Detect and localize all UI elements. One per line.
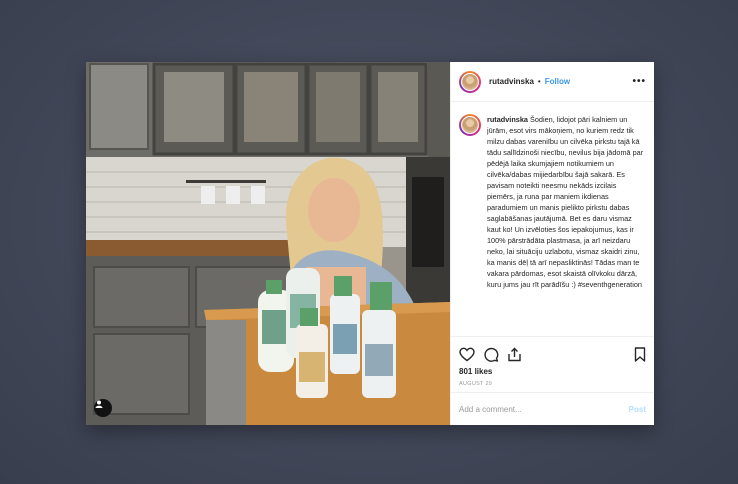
- share-icon[interactable]: [507, 347, 522, 362]
- separator-dot: •: [537, 77, 541, 86]
- follow-button[interactable]: Follow: [545, 77, 570, 86]
- caption-username[interactable]: rutadvinska: [487, 115, 528, 124]
- post-side-panel: rutadvinska • Follow ••• rutadvinska Šod…: [450, 62, 654, 425]
- likes-count[interactable]: 801 likes: [459, 367, 646, 376]
- user-tag-icon[interactable]: [94, 399, 112, 417]
- post-date: AUGUST 29: [459, 381, 493, 387]
- caption-avatar[interactable]: [459, 114, 481, 136]
- instagram-post-card: rutadvinska • Follow ••• rutadvinska Šod…: [86, 62, 654, 425]
- heart-icon[interactable]: [459, 347, 475, 362]
- avatar[interactable]: [459, 70, 481, 93]
- post-actions: 801 likes AUGUST 29: [451, 336, 654, 392]
- more-options-icon[interactable]: •••: [632, 76, 646, 87]
- comment-box: Post: [451, 392, 654, 425]
- photo-illustration: [86, 62, 450, 425]
- bookmark-icon[interactable]: [634, 346, 646, 362]
- header-username[interactable]: rutadvinska: [489, 77, 534, 86]
- comment-icon[interactable]: [483, 347, 499, 362]
- action-icons: [459, 345, 646, 363]
- post-photo[interactable]: [86, 62, 450, 425]
- caption: rutadvinska Šodien, lidojot pāri kalniem…: [487, 114, 646, 324]
- post-header: rutadvinska • Follow •••: [451, 62, 654, 102]
- caption-area: rutadvinska Šodien, lidojot pāri kalniem…: [451, 102, 654, 336]
- comment-input[interactable]: [459, 404, 629, 414]
- caption-text: Šodien, lidojot pāri kalniem un jūrām, e…: [487, 115, 644, 289]
- post-comment-button[interactable]: Post: [629, 405, 646, 414]
